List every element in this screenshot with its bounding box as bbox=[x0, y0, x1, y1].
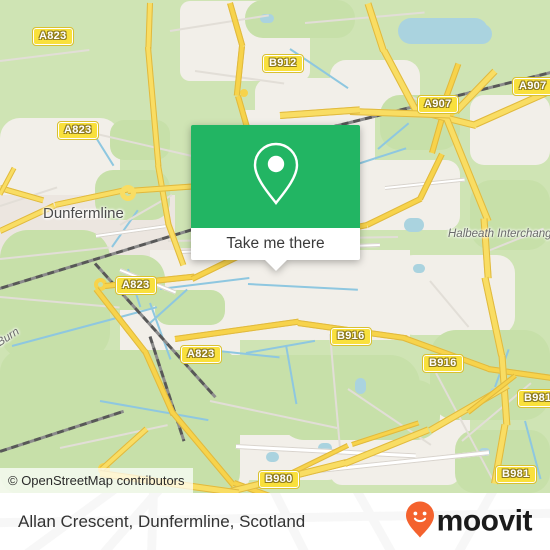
attribution-text: © OpenStreetMap contributors bbox=[8, 473, 185, 488]
road-shield-a907: A907 bbox=[417, 95, 459, 114]
footer-bar: Allan Crescent, Dunfermline, Scotland mo… bbox=[0, 493, 550, 550]
page-title: Allan Crescent, Dunfermline, Scotland bbox=[18, 511, 306, 531]
road-shield-b980: B980 bbox=[258, 470, 300, 489]
take-me-there-button[interactable]: Take me there bbox=[191, 228, 360, 260]
map-screenshot: Dunfermline Halbeath Interchange Burn A823… bbox=[0, 0, 550, 550]
road-shield-a907: A907 bbox=[512, 77, 550, 96]
moovit-wordmark: moovit bbox=[436, 504, 533, 538]
moovit-logo[interactable]: moovit bbox=[405, 500, 533, 543]
road-shield-b916: B916 bbox=[422, 354, 464, 373]
moovit-smiley-pin-icon bbox=[405, 500, 435, 543]
road-shield-a823: A823 bbox=[57, 121, 99, 140]
road-shield-a823: A823 bbox=[115, 276, 157, 295]
location-pin-icon bbox=[249, 140, 303, 213]
location-popup[interactable]: Take me there bbox=[191, 125, 360, 271]
take-me-there-label: Take me there bbox=[226, 235, 325, 252]
popup-pin-panel bbox=[191, 125, 360, 228]
road-shield-b981: B981 bbox=[517, 389, 550, 408]
road-shield-b981: B981 bbox=[495, 465, 537, 484]
osm-attribution: © OpenStreetMap contributors bbox=[0, 468, 193, 493]
popup-tail bbox=[264, 260, 287, 271]
road-shield-b912: B912 bbox=[262, 54, 304, 73]
road-shield-b916: B916 bbox=[330, 327, 372, 346]
road-shield-a823: A823 bbox=[32, 27, 74, 46]
road-shield-a823: A823 bbox=[180, 345, 222, 364]
